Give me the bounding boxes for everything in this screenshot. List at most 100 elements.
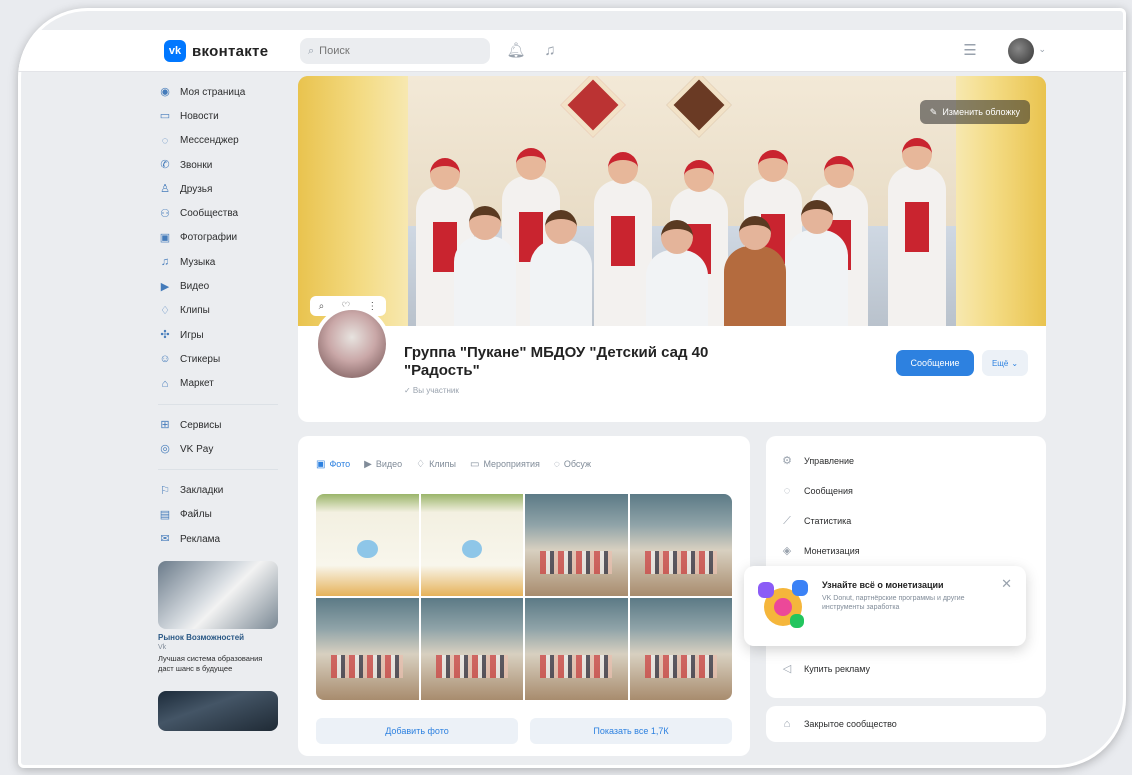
photo-thumbnail[interactable]	[629, 598, 732, 700]
edit-cover-button[interactable]: ✎ Изменить обложку	[919, 100, 1030, 124]
nav-item[interactable]: ✆ Звонки	[158, 153, 293, 177]
ad-text: Лучшая система образования даст шанс в б…	[158, 654, 263, 673]
nav-divider	[158, 469, 278, 471]
nav-item[interactable]: ☺ Стикеры	[158, 347, 293, 371]
stickers-icon: ☺	[159, 353, 171, 366]
market-icon: ⌂	[161, 377, 169, 390]
search-box[interactable]: ⌕	[300, 38, 490, 64]
phone-icon: ✆	[160, 159, 170, 172]
nav-item-label: Файлы	[180, 509, 212, 521]
popup-title: Узнайте всё о монетизации	[822, 580, 944, 590]
community-title: Группа "Пукане" МБДОУ "Детский сад 40 "Р…	[404, 344, 709, 379]
photo-thumbnail[interactable]	[316, 598, 419, 700]
nav-item[interactable]: ◉ Моя страница	[158, 80, 293, 104]
tab-icon: ▣	[316, 458, 326, 470]
photo-thumbnail[interactable]	[629, 494, 732, 596]
photo-thumbnail[interactable]	[525, 598, 628, 700]
photo-thumbnail[interactable]	[420, 494, 523, 596]
community-avatar[interactable]	[314, 306, 390, 382]
nav-item-label: Друзья	[180, 183, 213, 195]
vk-logo[interactable]: vk вконтакте	[164, 40, 268, 62]
nav-item-label: Сообщества	[180, 208, 239, 220]
photo-thumbnail[interactable]	[525, 494, 628, 596]
photo-thumbnail[interactable]	[316, 494, 419, 596]
nav-item-label: Музыка	[180, 256, 216, 268]
management-item-label: Управление	[804, 456, 855, 466]
photo-grid	[316, 494, 732, 700]
menu-icon[interactable]: ☰	[960, 41, 980, 61]
nav-item[interactable]: ⊞ Сервисы	[158, 413, 293, 437]
nav-item[interactable]: ◎ VK Pay	[158, 437, 293, 461]
vk-logo-mark: vk	[164, 40, 186, 62]
monetization-illustration	[758, 580, 810, 632]
nav-divider	[158, 403, 278, 405]
management-item[interactable]: ◌ Сообщения	[780, 484, 853, 498]
membership-status[interactable]: ✓ Вы участник	[404, 386, 459, 395]
nav-item[interactable]: ♫ Музыка	[158, 250, 293, 274]
close-icon[interactable]: ✕	[1001, 576, 1012, 592]
media-tab[interactable]: ◌ Обсуж	[554, 454, 591, 474]
files-icon: ▤	[159, 508, 171, 521]
tab-label: Обсуж	[563, 459, 591, 469]
cover-child-front	[646, 220, 708, 326]
nav-item[interactable]: ▣ Фотографии	[158, 226, 293, 250]
nav-item[interactable]: ▶ Видео	[158, 274, 293, 298]
photo-icon: ▣	[159, 231, 171, 244]
media-tab[interactable]: ▭ Мероприятия	[470, 454, 540, 474]
cover-child	[594, 152, 652, 326]
nav-item[interactable]: ♢ Клипы	[158, 299, 293, 323]
groups-icon: ⚇	[160, 207, 170, 220]
ad-image-2[interactable]	[158, 691, 278, 732]
search-icon: ⌕	[308, 44, 315, 57]
nav-item-label: Маркет	[180, 378, 214, 390]
community-cover: ✎ Изменить обложку ⌕ ♡ ⋮	[298, 76, 1046, 326]
media-tab[interactable]: ♢ Клипы	[416, 454, 456, 474]
nav-item-label: Игры	[180, 329, 204, 341]
ad-title[interactable]: Рынок Возможностей	[158, 633, 278, 642]
management-item-label: Сообщения	[804, 486, 853, 496]
closed-community-item[interactable]: ⌂ Закрытое сообщество	[780, 717, 897, 731]
nav-item[interactable]: ✣ Игры	[158, 323, 293, 347]
show-all-photos-button[interactable]: Показать все 1,7К	[530, 718, 732, 744]
bookmark-icon: ⚐	[160, 484, 170, 497]
search-input[interactable]	[319, 45, 470, 57]
cover-child-front	[724, 216, 786, 326]
add-photo-button[interactable]: Добавить фото	[316, 718, 518, 744]
media-tab[interactable]: ▶ Видео	[364, 454, 402, 474]
management-item[interactable]: ◈ Монетизация	[780, 544, 860, 558]
user-avatar[interactable]	[1008, 38, 1034, 64]
zoom-icon[interactable]: ⌕	[319, 301, 325, 312]
chat-icon: ◌	[161, 134, 169, 147]
closed-community-card: ⌂ Закрытое сообщество	[766, 706, 1046, 742]
management-item[interactable]: ⟋ Статистика	[780, 514, 851, 528]
nav-item[interactable]: ♙ Друзья	[158, 177, 293, 201]
photo-thumbnail[interactable]	[420, 598, 523, 700]
nav-item[interactable]: ⚐ Закладки	[158, 478, 293, 502]
chevron-down-icon[interactable]: ⌄	[1038, 44, 1046, 55]
cover-child-front	[786, 200, 848, 326]
more-button[interactable]: Ещё ⌄	[982, 350, 1028, 376]
buy-ads-item[interactable]: ◁ Купить рекламу	[780, 662, 870, 676]
nav-item[interactable]: ◌ Мессенджер	[158, 129, 293, 153]
games-icon: ✣	[160, 329, 170, 342]
media-tab[interactable]: ▣ Фото	[316, 454, 350, 474]
message-icon: ◌	[783, 485, 791, 497]
ad-image[interactable]	[158, 561, 278, 630]
music-icon[interactable]: ♫	[540, 41, 560, 61]
nav-item[interactable]: ▤ Файлы	[158, 503, 293, 527]
nav-item[interactable]: ⌂ Маркет	[158, 372, 293, 396]
message-button[interactable]: Сообщение	[896, 350, 974, 376]
tab-icon: ◌	[553, 458, 560, 470]
nav-item[interactable]: ▭ Новости	[158, 104, 293, 128]
monetization-popup[interactable]: Узнайте всё о монетизации VK Donut, парт…	[744, 566, 1026, 646]
nav-item-label: Моя страница	[180, 86, 246, 98]
ad-card[interactable]: Рынок Возможностей Vk Лучшая система обр…	[158, 561, 278, 732]
ads-icon: ✉	[160, 533, 170, 546]
cover-child-front	[454, 206, 516, 326]
management-item[interactable]: ⚙ Управление	[780, 454, 854, 468]
money-icon: ◈	[782, 545, 792, 557]
bell-icon[interactable]: 🔔︎	[506, 41, 526, 61]
nav-item[interactable]: ⚇ Сообщества	[158, 201, 293, 225]
tab-label: Видео	[375, 459, 403, 469]
nav-item[interactable]: ✉ Реклама	[158, 527, 293, 551]
